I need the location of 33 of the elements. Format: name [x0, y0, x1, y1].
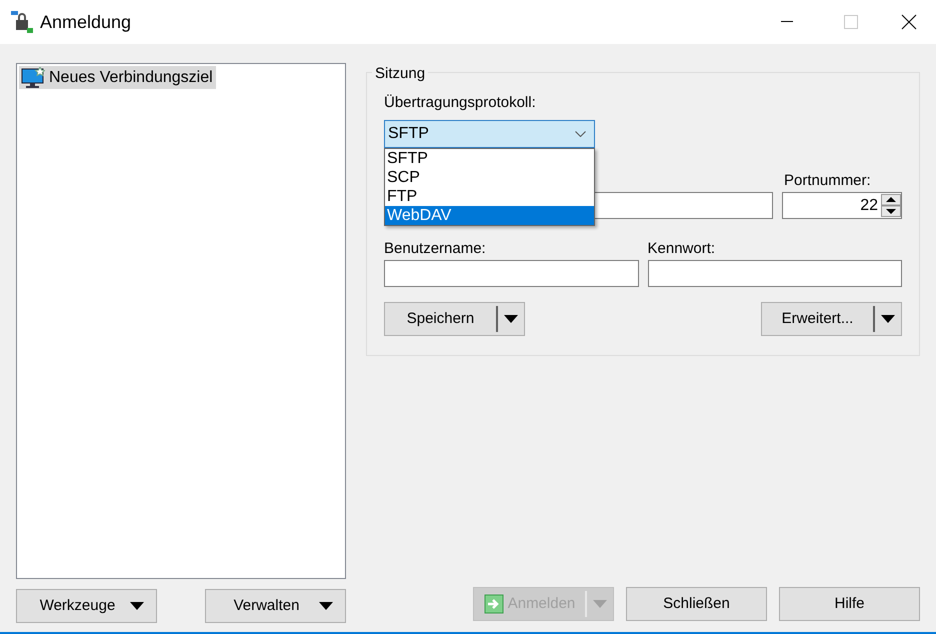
- window-title: Anmeldung: [40, 10, 132, 34]
- field-label: Portnummer:: [784, 171, 872, 191]
- maximize-icon: [844, 15, 858, 29]
- password-field[interactable]: [648, 260, 902, 287]
- caret-icon: [130, 602, 144, 610]
- padlock-icon: [10, 10, 34, 34]
- minimize-icon: [781, 21, 793, 23]
- caret-icon: [881, 315, 895, 323]
- login-icon: [484, 594, 504, 614]
- dialog-button[interactable]: Verwalten: [205, 589, 346, 623]
- tree-item[interactable]: Neues Verbindungsziel: [19, 66, 216, 89]
- monitor-icon: [21, 66, 45, 88]
- dropdown-option[interactable]: FTP: [385, 187, 594, 206]
- dialog-button[interactable]: Hilfe: [779, 587, 920, 621]
- port-spinner[interactable]: 22: [782, 192, 902, 219]
- username-field[interactable]: [384, 260, 638, 287]
- field-label: Übertragungsprotokoll:: [384, 93, 537, 113]
- caret-icon: [319, 602, 333, 610]
- caret-icon: [593, 600, 607, 608]
- dropdown-option[interactable]: WebDAV: [385, 206, 594, 225]
- dropdown-option[interactable]: SCP: [385, 168, 594, 187]
- dialog-button[interactable]: Werkzeuge: [16, 589, 157, 623]
- dialog-button[interactable]: Erweitert...: [761, 302, 902, 336]
- close-icon: [901, 14, 917, 30]
- field-label: Benutzername:: [384, 239, 487, 259]
- chevron-icon: [575, 131, 586, 137]
- dialog-button[interactable]: Schließen: [626, 587, 767, 621]
- spin-arrows-icon: [881, 194, 901, 217]
- protocol-dropdown[interactable]: SFTP: [384, 120, 595, 148]
- dropdown-option[interactable]: SFTP: [385, 149, 594, 168]
- caret-icon: [504, 315, 518, 323]
- dialog-button[interactable]: Speichern: [384, 302, 525, 336]
- field-label: Kennwort:: [648, 239, 716, 259]
